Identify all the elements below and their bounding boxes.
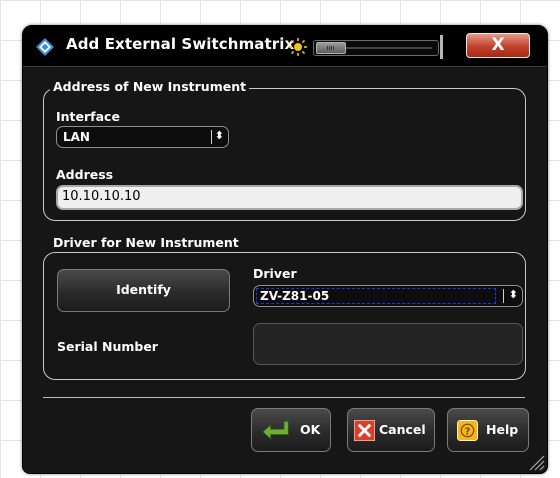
- up-down-arrows-icon: ⬍: [508, 288, 518, 301]
- resize-grip-icon[interactable]: [527, 453, 545, 471]
- address-label: Address: [56, 167, 114, 182]
- dialog-title: Add External Switchmatrix: [66, 35, 295, 53]
- svg-text:?: ?: [465, 426, 471, 437]
- select-divider: [211, 130, 212, 144]
- cancel-button[interactable]: Cancel: [347, 408, 435, 452]
- help-label: Help: [486, 422, 519, 437]
- slider-track: [340, 47, 432, 49]
- address-field[interactable]: 10.10.10.10: [56, 185, 523, 210]
- ok-button[interactable]: OK: [251, 408, 331, 452]
- address-group-legend: Address of New Instrument: [50, 79, 250, 94]
- slider-thumb[interactable]: [316, 42, 346, 54]
- help-button[interactable]: ? Help: [447, 408, 529, 452]
- title-separator: [440, 35, 443, 59]
- identify-button[interactable]: Identify: [57, 269, 230, 312]
- ok-label: OK: [300, 422, 321, 437]
- driver-group-legend: Driver for New Instrument: [50, 235, 242, 250]
- button-separator: [43, 397, 525, 398]
- x-icon: [354, 420, 375, 441]
- brightness-slider[interactable]: [313, 40, 439, 56]
- up-down-arrows-icon: ⬍: [214, 129, 224, 142]
- driver-value: ZV-Z81-05: [260, 289, 330, 303]
- interface-value: LAN: [63, 130, 90, 144]
- driver-label: Driver: [253, 266, 297, 281]
- enter-arrow-icon: [262, 420, 289, 440]
- question-icon: ?: [457, 420, 478, 441]
- rs-diamond-icon: [36, 38, 54, 56]
- title-bar[interactable]: Add External Switchmatrix X: [23, 26, 547, 67]
- sun-icon: [289, 38, 307, 56]
- add-external-switchmatrix-dialog: Add External Switchmatrix X Address of N…: [22, 25, 548, 474]
- serial-number-field: [253, 323, 523, 365]
- serial-number-label: Serial Number: [57, 339, 158, 354]
- select-divider: [503, 289, 504, 303]
- driver-select[interactable]: ZV-Z81-05 ⬍: [253, 285, 523, 307]
- interface-select[interactable]: LAN ⬍: [56, 126, 229, 148]
- interface-label: Interface: [56, 109, 120, 124]
- close-button[interactable]: X: [466, 33, 530, 58]
- cancel-label: Cancel: [379, 422, 426, 437]
